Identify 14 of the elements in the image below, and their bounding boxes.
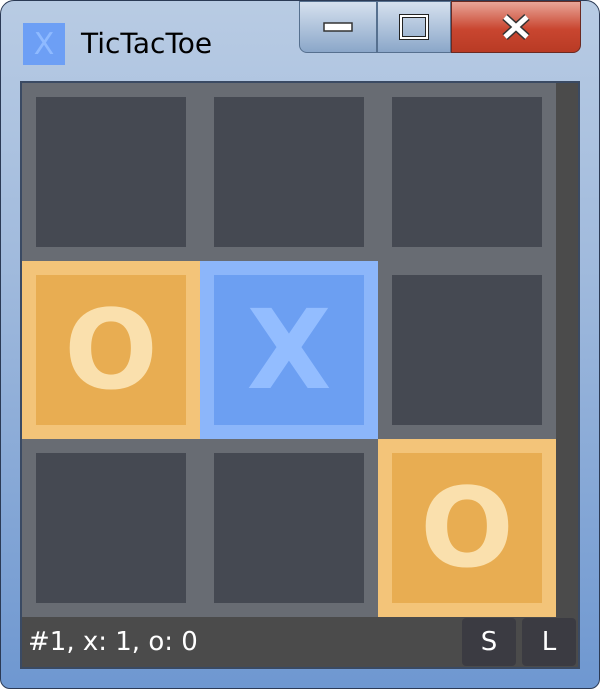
window-title: TicTacToe	[81, 26, 212, 62]
marked-cell[interactable]: O	[378, 439, 556, 617]
minimize-icon	[323, 21, 353, 33]
score-text: #1, x: 1, o: 0	[28, 626, 198, 658]
minimize-button[interactable]	[299, 1, 377, 53]
close-icon	[501, 14, 531, 40]
action-button[interactable]: S	[462, 618, 516, 666]
cell-mark: O	[64, 295, 158, 405]
close-button[interactable]	[451, 1, 581, 53]
maximize-button[interactable]	[377, 1, 451, 53]
maximize-icon	[399, 14, 429, 40]
cell-mark: O	[420, 473, 514, 583]
action-button[interactable]: L	[522, 618, 576, 666]
marked-cell[interactable]: O	[22, 261, 200, 439]
